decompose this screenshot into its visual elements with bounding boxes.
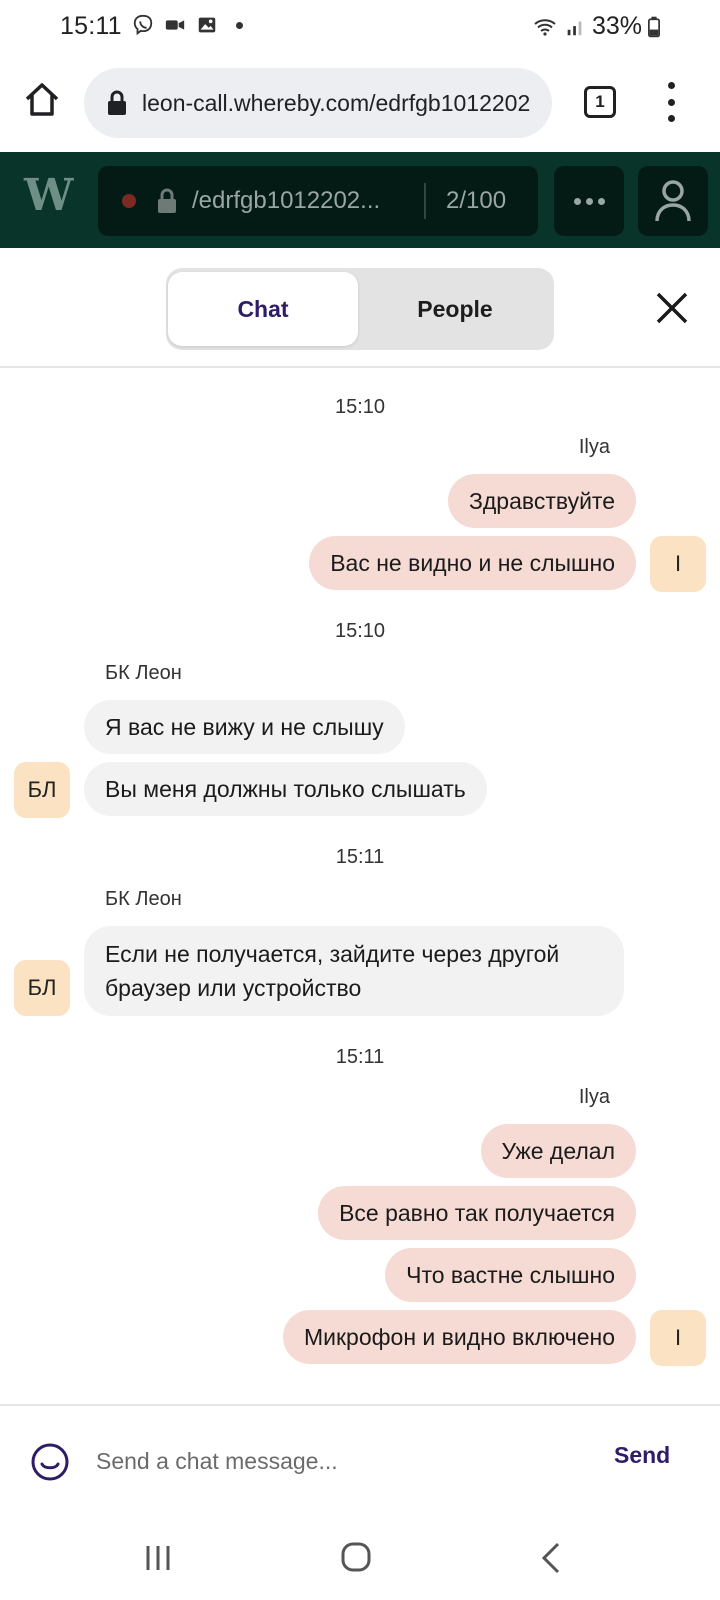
url-text: leon-call.whereby.com/edrfgb1012202 [142, 89, 531, 116]
status-bar: 15:11 33% [0, 0, 720, 56]
recent-apps-icon[interactable] [138, 1540, 178, 1576]
message-timestamp: 15:10 [334, 396, 386, 418]
more-options-button[interactable] [554, 166, 624, 236]
participant-count: 2/100 [446, 187, 507, 214]
android-nav-bar [0, 1514, 720, 1600]
system-status: 33% [532, 12, 660, 41]
notification-dot [236, 21, 243, 29]
chat-bubble-own: Все равно так получается [318, 1186, 636, 1240]
chat-bubble-own: Здравствуйте [447, 474, 636, 528]
tab-switcher-button[interactable]: 1 [584, 86, 616, 118]
avatar: БЛ [14, 960, 70, 1016]
back-icon[interactable] [532, 1540, 572, 1576]
chat-bubble-own: Что вастне слышно [385, 1248, 636, 1302]
sender-name: Ilya [578, 436, 610, 458]
notification-icons [132, 14, 243, 36]
room-info-button[interactable]: /edrfgb1012202... 2/100 [98, 166, 538, 236]
message-timestamp: 15:11 [335, 846, 385, 868]
battery-icon [648, 16, 660, 37]
room-name: /edrfgb1012202... [192, 187, 381, 214]
chat-bubble-own: Вас не видно и не слышно [309, 536, 636, 590]
browser-menu-icon[interactable] [656, 82, 686, 122]
tab-chat[interactable]: Chat [168, 272, 358, 346]
viber-icon [133, 14, 153, 36]
chat-bubble-own: Уже делал [480, 1124, 636, 1178]
sender-name: Ilya [578, 1086, 610, 1108]
chat-bubble-own: Микрофон и видно включено [282, 1310, 636, 1364]
address-bar[interactable]: leon-call.whereby.com/edrfgb1012202 [84, 68, 552, 138]
recording-indicator-icon [122, 194, 136, 208]
status-time: 15:11 [60, 12, 122, 40]
image-icon [198, 17, 216, 33]
message-timestamp: 15:11 [335, 1046, 385, 1068]
chat-message-input[interactable] [96, 1436, 576, 1486]
message-composer: Send [0, 1404, 720, 1514]
profile-button[interactable] [638, 166, 708, 236]
avatar: I [650, 536, 706, 592]
avatar: I [650, 1310, 706, 1366]
battery-level: 33% [591, 12, 642, 40]
chat-panel-header: Chat People [0, 248, 720, 368]
lock-icon [108, 90, 126, 115]
emoji-icon[interactable] [30, 1442, 70, 1482]
user-icon [655, 180, 691, 222]
close-icon[interactable] [650, 286, 694, 330]
home-nav-icon[interactable] [336, 1540, 376, 1576]
home-icon[interactable] [22, 80, 62, 120]
sender-name: БК Леон [105, 662, 182, 684]
chat-bubble-other: Я вас не вижу и не слышу [84, 700, 405, 754]
whereby-logo: W [24, 170, 74, 221]
tab-people[interactable]: People [360, 272, 550, 346]
chat-messages[interactable]: 15:10 Ilya Здравствуйте Вас не видно и н… [0, 370, 720, 1404]
room-lock-icon [158, 188, 176, 213]
avatar: БЛ [14, 762, 70, 818]
panel-tab-switch: Chat People [166, 268, 554, 350]
app-header: W /edrfgb1012202... 2/100 [0, 152, 720, 248]
message-timestamp: 15:10 [334, 620, 386, 642]
browser-toolbar: leon-call.whereby.com/edrfgb1012202 1 [0, 56, 720, 152]
send-button[interactable]: Send [614, 1442, 670, 1469]
chat-bubble-other: Если не получается, зайдите через другой… [84, 926, 624, 1016]
chat-bubble-other: Вы меня должны только слышать [84, 762, 487, 816]
signal-icon [567, 21, 582, 35]
divider [424, 183, 426, 219]
wifi-icon [534, 18, 556, 36]
sender-name: БК Леон [105, 888, 182, 910]
video-icon [165, 20, 185, 30]
